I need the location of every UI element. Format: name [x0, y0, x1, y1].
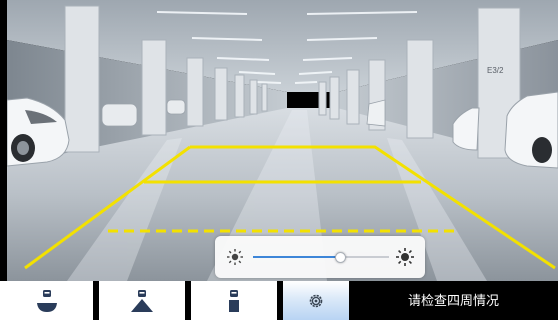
pillar-sign: E3/2	[487, 66, 504, 75]
rear-view-button[interactable]	[0, 281, 93, 320]
bottom-bar: 请检查四周情况	[0, 281, 558, 320]
sun-bright-icon[interactable]	[395, 247, 415, 267]
sun-dim-icon[interactable]	[225, 247, 245, 267]
brightness-slider-thumb[interactable]	[335, 252, 347, 263]
brightness-slider-fill	[253, 256, 341, 258]
ground-view-button[interactable]	[191, 281, 277, 320]
status-message: 请检查四周情况	[407, 293, 499, 308]
camera-feed: E3/2	[7, 0, 558, 281]
brightness-control[interactable]	[215, 236, 425, 278]
camera-ground-view-icon	[229, 289, 239, 312]
gear-icon	[309, 294, 323, 307]
brightness-slider[interactable]	[253, 252, 389, 263]
camera-top-view-icon	[36, 289, 57, 312]
camera-wide-view-icon	[131, 289, 153, 312]
reverse-camera-screen: E3/2 请检查四周情况	[0, 0, 558, 320]
wide-view-button[interactable]	[99, 281, 185, 320]
settings-button[interactable]	[283, 281, 349, 320]
